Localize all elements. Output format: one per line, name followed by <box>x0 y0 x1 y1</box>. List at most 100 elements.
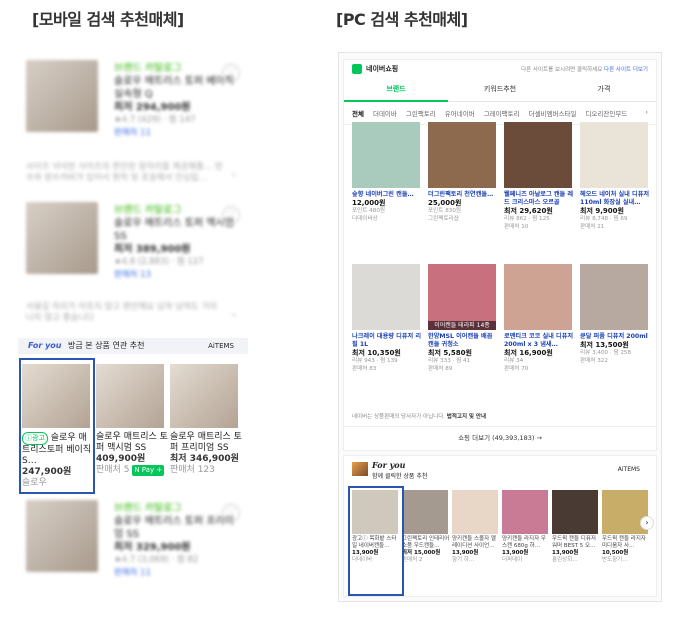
product-image[interactable] <box>402 490 448 534</box>
product-title[interactable]: 양키캔들 라지자 우스캔 680g 하… <box>502 536 550 550</box>
highlight-box <box>19 358 95 494</box>
sellers-link[interactable]: 판매처 11 <box>114 127 234 140</box>
chevron-right-icon[interactable]: › <box>645 108 648 118</box>
product-title[interactable]: 웰페니즈 아날로그 캔들 레드 크리스마스 오르골 <box>504 191 574 207</box>
cat-item[interactable]: 유어네이버 <box>445 108 475 118</box>
list-item[interactable]: 슬로우 매트리스 토퍼 맥시멈 SS 409,900원 판매처 5 N Pay … <box>96 364 168 476</box>
product-price: 25,000원 <box>428 199 462 207</box>
list-item[interactable]: 우드윅 캔들 디퓨저 워머 BEST 5 오… 13,900원 홀린상회… <box>552 490 600 564</box>
foryou-thumb <box>352 462 368 476</box>
tab-brand[interactable]: 브랜드 <box>344 78 448 102</box>
product-meta: 리뷰 943 · 찜 139 <box>352 358 398 364</box>
cat-item[interactable]: 더셀비엠버스타일 <box>529 108 577 118</box>
product-title[interactable]: 슬로우 매트리스 토퍼 베이직 실속형 Q <box>114 75 234 101</box>
product-image[interactable] <box>428 122 496 188</box>
product-title[interactable]: 헤오드 네이처 실내 디퓨저 110ml 화장실 실내… <box>580 191 650 207</box>
product-title[interactable]: 로맨티크 코코 실내 디퓨저 200ml x 3 냄새… <box>504 333 574 349</box>
brand-label: 브랜드 카탈로그 <box>114 63 182 74</box>
sellers-link[interactable]: 판매처 11 <box>114 567 234 580</box>
foryou-section: For you 방금 본 상품 연관 추천 AiTEMS ⓘ광고 슬로우 매트리… <box>18 338 248 494</box>
product-image[interactable]: 이어캔들 테라피 14종 <box>428 264 496 330</box>
aitems-label: AiTEMS <box>617 466 640 473</box>
product-image[interactable] <box>352 122 420 188</box>
list-item[interactable]: 양키캔들 라지자 우스캔 680g 하… 13,900원 더퍼데이 <box>502 490 550 564</box>
product-image[interactable] <box>504 264 572 330</box>
product-title[interactable]: 우드윅 캔들 디퓨저 워머 BEST 5 오… <box>552 536 600 550</box>
product-title[interactable]: 숲향 네이버그린 캔들… <box>352 191 422 199</box>
product-image[interactable] <box>504 122 572 188</box>
product-card[interactable]: 로맨티크 코코 실내 디퓨저 200ml x 3 냄새… 최저 16,900원 리뷰… <box>504 264 574 373</box>
legal-link[interactable]: 법적고지 및 안내 <box>447 414 486 420</box>
product-meta: 리뷰 862 · 찜 125 <box>504 216 550 222</box>
chevron-down-icon[interactable]: ⌄ <box>230 168 238 179</box>
product-title[interactable]: 우드윅 캔들 라지자 미디움자 사… <box>602 536 650 550</box>
list-item[interactable]: 그린팩토리 인테리어 소품 우드캔들… 최저 15,000원 판매처 2 <box>402 490 450 564</box>
list-item[interactable]: 슬로우 매트리스 토퍼 프리미엄 SS 최저 346,900원 판매처 123 <box>170 364 242 476</box>
product-image[interactable] <box>580 122 648 188</box>
cat-item[interactable]: 전체 <box>352 108 364 118</box>
product-title[interactable]: 한양MSL 이어캔들 배꼽캔들 귀청소 <box>428 333 498 349</box>
sellers-link[interactable]: 판매처 13 <box>114 269 234 282</box>
product-title[interactable]: 더그린팩토리 천연캔들… <box>428 191 498 199</box>
product-image[interactable] <box>170 364 238 428</box>
product-card[interactable]: 숲향 네이버그린 캔들… 12,000원 포인트 480원 더데이바상 <box>352 122 422 223</box>
product-title[interactable]: 큔달 퍼퓸 디퓨저 200ml <box>580 333 650 341</box>
list-item[interactable]: 양키캔들 스몰자 멜레이디션 사이언… 13,900원 향기 하… <box>452 490 500 564</box>
seller-name: 더데이바상 <box>352 216 378 222</box>
chevron-right-icon[interactable]: › <box>640 516 654 530</box>
product-card[interactable]: 이어캔들 테라피 14종한양MSL 이어캔들 배꼽캔들 귀청소 최저 5,580원… <box>428 264 498 373</box>
product-card[interactable]: 더그린팩토리 천연캔들… 25,000원 포인트 830원 그린팩토리샵 <box>428 122 498 223</box>
product-image[interactable] <box>26 202 98 274</box>
rating: ★4.7 (429) · 찜 147 <box>114 115 196 125</box>
cat-item[interactable]: 그린팩토리 <box>406 108 436 118</box>
product-title[interactable]: 슬로우 매트리스 토퍼 맥시멈 SS <box>114 217 234 243</box>
product-image[interactable] <box>580 264 648 330</box>
product-card[interactable]: 나크레이 대용량 디퓨저 리필 1L 최저 10,350원 리뷰 943 · 찜 1… <box>352 264 422 373</box>
chevron-down-icon[interactable]: ⌄ <box>230 308 238 319</box>
more-sites-link[interactable]: 다른 사이트 더보기 <box>604 67 648 73</box>
product-price: 10,500원 <box>602 550 629 556</box>
cat-item[interactable]: 그레이팩토리 <box>484 108 520 118</box>
heart-icon[interactable]: ♡ <box>222 504 240 522</box>
review-snippet: 서울길 하리가 아프지 않고 편안해요 넘쳐 넘쳐도 거의 나지 않고 좋습니다 <box>26 302 217 323</box>
disclaimer: 네이버는 상품판매의 당사자가 아닙니다. <box>352 414 446 420</box>
heart-icon[interactable]: ♡ <box>222 206 240 224</box>
product-image[interactable] <box>352 264 420 330</box>
product-price: 12,000원 <box>352 199 386 207</box>
pc-heading: [PC 검색 추천매체] <box>336 10 468 29</box>
npay-badge: N Pay + <box>132 465 165 476</box>
product-title[interactable]: 슬로우 매트리스 토퍼 프리미엄 SS <box>114 515 234 541</box>
product-image[interactable] <box>502 490 548 534</box>
tab-price[interactable]: 가격 <box>552 78 656 102</box>
product-image[interactable] <box>26 60 98 132</box>
rating: ★4.8 (2,883) · 찜 127 <box>114 257 204 267</box>
product-price: 최저 16,900원 <box>504 349 553 357</box>
more-shopping-button[interactable]: 쇼핑 더보기 (49,393,183) → <box>344 426 656 449</box>
seller-name: 판매처 322 <box>580 358 608 364</box>
product-image[interactable] <box>452 490 498 534</box>
cat-item[interactable]: 더데이바 <box>373 108 397 118</box>
cat-item[interactable]: 디오리잔인무드 <box>585 108 627 118</box>
product-card[interactable]: 큔달 퍼퓸 디퓨저 200ml 최저 13,500원 리뷰 3,400 · 찜 25… <box>580 264 650 365</box>
mobile-heading: [모바일 검색 추천매체] <box>32 10 184 29</box>
heart-icon[interactable]: ♡ <box>222 64 240 82</box>
product-title[interactable]: 나크레이 대용량 디퓨저 리필 1L <box>352 333 422 349</box>
product-title[interactable]: 슬로우 매트리스 토퍼 프리미엄 SS <box>170 432 242 454</box>
product-title[interactable]: 양키캔들 스몰자 멜레이디션 사이언… <box>452 536 500 550</box>
product-price: 최저 9,900원 <box>580 207 624 215</box>
product-image[interactable] <box>96 364 164 428</box>
product-card[interactable]: 웰페니즈 아날로그 캔들 레드 크리스마스 오르골 최저 29,620원 리뷰 86… <box>504 122 574 231</box>
foryou-logo: For you <box>28 341 62 350</box>
seller-name: 판매처 70 <box>504 366 529 372</box>
product-price: 최저 346,900원 <box>170 454 239 464</box>
product-price: 최저 5,580원 <box>428 349 472 357</box>
product-title[interactable]: 슬로우 매트리스 토퍼 맥시멈 SS <box>96 432 168 454</box>
product-card[interactable]: 헤오드 네이처 실내 디퓨저 110ml 화장실 실내… 최저 9,900원 리뷰 … <box>580 122 650 231</box>
product-title[interactable]: 그린팩토리 인테리어 소품 우드캔들… <box>402 536 450 550</box>
product-image[interactable] <box>552 490 598 534</box>
product-price: 409,900원 <box>96 454 146 464</box>
tab-keyword[interactable]: 키워드추천 <box>448 78 552 102</box>
seller-name: 홀린상회… <box>552 557 578 563</box>
product-image[interactable] <box>26 500 98 572</box>
review-snippet: 사이즈 넉넉한 사이즈의 편안한 잠자리를 제공해줄… 방수와 방수커버가 있어… <box>26 162 223 183</box>
